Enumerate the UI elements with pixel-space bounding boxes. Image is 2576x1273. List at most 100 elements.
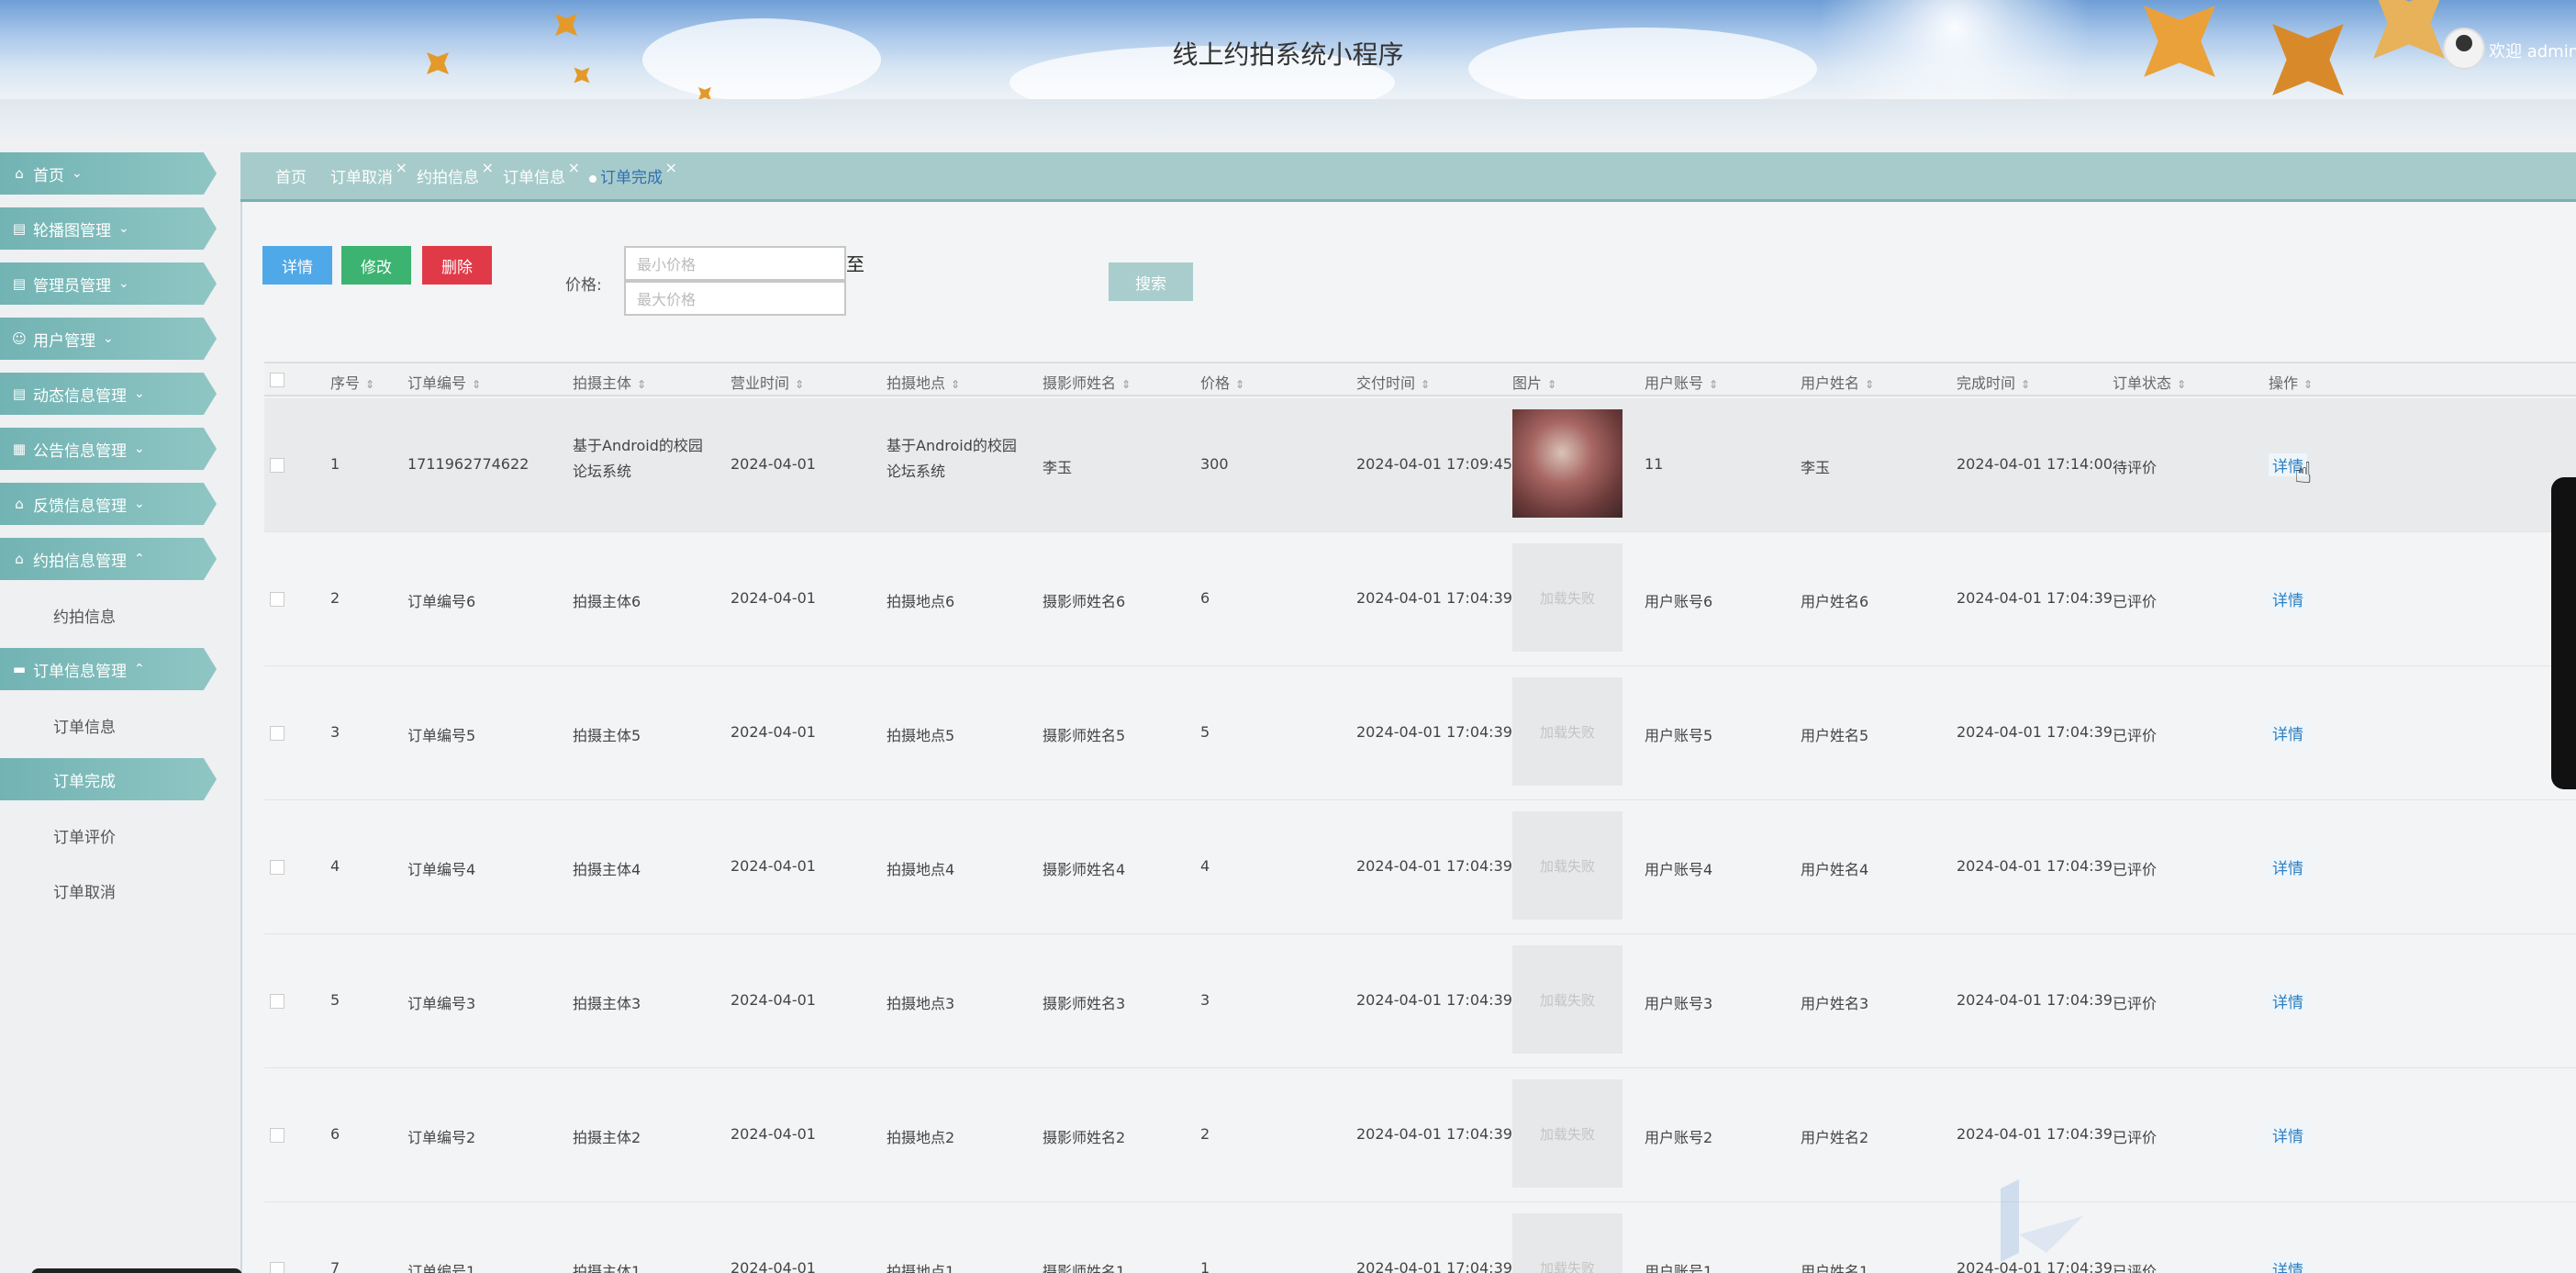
image-placeholder[interactable]: 加载失败 [1512,1213,1623,1273]
col-header-price[interactable]: 价格 ⇕ [1200,371,1244,393]
col-header-open-time[interactable]: 营业时间 ⇕ [730,371,804,393]
row-checkbox[interactable] [270,592,284,607]
cell-account: 用户账号5 [1645,727,1713,744]
col-header-account[interactable]: 用户账号 ⇕ [1645,371,1718,393]
tab-label: 首页 [275,169,307,187]
cell-price: 300 [1200,455,1229,473]
row-detail-link[interactable]: 详情 [2269,721,2307,744]
cell-order-no: 订单编号6 [407,593,476,610]
cell-account: 11 [1645,455,1664,473]
col-header-order[interactable]: 订单编号 ⇕ [407,371,481,393]
sidebar-item-carousel[interactable]: ▤ 轮播图管理 ⌄ [0,207,217,250]
sort-icon: ⇕ [1865,378,1875,391]
row-checkbox[interactable] [270,994,284,1009]
close-icon[interactable]: × [482,159,494,176]
sidebar-item-feedback[interactable]: ⌂ 反馈信息管理 ⌄ [0,483,217,525]
col-header-subject[interactable]: 拍摄主体 ⇕ [573,371,646,393]
row-checkbox[interactable] [270,726,284,741]
sidebar-item-notice[interactable]: ▦ 公告信息管理 ⌄ [0,428,217,470]
table-row[interactable]: 7 订单编号1 拍摄主体1 2024-04-01 拍摄地点1 摄影师姓名1 1 2024-04… [264,1202,2576,1273]
image-placeholder[interactable]: 加载失败 [1512,677,1623,786]
table-row[interactable]: 4 订单编号4 拍摄主体4 2024-04-01 拍摄地点4 摄影师姓名4 4 2024-04… [264,800,2576,934]
chevron-down-icon: ⌄ [134,441,145,456]
col-header-deliver[interactable]: 交付时间 ⇕ [1356,371,1430,393]
cell-no: 6 [330,1125,340,1143]
table-row[interactable]: 3 订单编号5 拍摄主体5 2024-04-01 拍摄地点5 摄影师姓名5 5 2024-04… [264,666,2576,800]
select-all-checkbox[interactable] [270,373,284,387]
max-price-input[interactable]: 最大价格 [624,281,846,316]
sort-icon: ⇕ [2303,378,2314,391]
bank-icon: ⌂ [15,551,24,567]
col-header-no[interactable]: 序号 ⇕ [330,371,374,393]
close-icon[interactable]: × [396,159,407,176]
table-row[interactable]: 6 订单编号2 拍摄主体2 2024-04-01 拍摄地点2 摄影师姓名2 2 2024-04… [264,1068,2576,1202]
image-placeholder[interactable]: 加载失败 [1512,1079,1623,1188]
avatar[interactable] [2443,28,2485,70]
image-placeholder[interactable]: 加载失败 [1512,811,1623,920]
close-icon[interactable]: × [665,159,677,176]
col-header-action[interactable]: 操作 ⇕ [2269,371,2313,393]
col-header-status[interactable]: 订单状态 ⇕ [2113,371,2186,393]
row-checkbox[interactable] [270,860,284,875]
row-detail-link[interactable]: 详情 [2269,1123,2307,1146]
tab-label: 订单信息 [503,169,565,187]
detail-button[interactable]: 详情 [262,246,332,285]
sidebar-subitem-order-complete[interactable]: 订单完成 [0,758,217,800]
col-header-place[interactable]: 拍摄地点 ⇕ [887,371,960,393]
cell-no: 3 [330,723,340,741]
sidebar-item-users[interactable]: ☺ 用户管理 ⌄ [0,318,217,360]
row-checkbox[interactable] [270,1128,284,1143]
table-row[interactable]: 1 1711962774622 基于Android的校园论坛系统 2024-04-01… [264,398,2576,532]
col-header-done[interactable]: 完成时间 ⇕ [1957,371,2030,393]
tab-yuepai-info[interactable]: 约拍信息 × [417,159,494,187]
row-detail-link[interactable]: 详情 [2269,587,2307,610]
tab-order-info[interactable]: 订单信息 × [503,159,580,187]
table-row[interactable]: 2 订单编号6 拍摄主体6 2024-04-01 拍摄地点6 摄影师姓名6 6 2024-04… [264,532,2576,666]
sidebar-subitem-order-review[interactable]: 订单评价 [53,824,116,847]
tab-label: 约拍信息 [417,169,479,187]
sidebar-item-admins[interactable]: ▤ 管理员管理 ⌄ [0,262,217,305]
cell-place: 拍摄地点1 [887,1263,955,1273]
list-icon: ▤ [12,275,27,292]
price-range-separator: 至 [846,253,864,275]
table-row[interactable]: 5 订单编号3 拍摄主体3 2024-04-01 拍摄地点3 摄影师姓名3 3 2024-04… [264,934,2576,1068]
sidebar-item-orders[interactable]: ▬ 订单信息管理 ⌃ [0,648,217,690]
sidebar-item-home[interactable]: ⌂ 首页 ⌄ [0,152,217,195]
sidebar-subitem-order-cancel[interactable]: 订单取消 [53,879,116,902]
cell-done-time: 2024-04-01 17:04:39 [1957,857,2113,875]
cell-place: 拍摄地点6 [887,593,955,610]
sidebar-item-dynamic[interactable]: ▤ 动态信息管理 ⌄ [0,373,217,415]
sidebar-subitem-yuepai-info[interactable]: 约拍信息 [53,604,116,627]
row-checkbox[interactable] [270,1262,284,1273]
row-detail-link[interactable]: 详情 [2269,855,2307,878]
sidebar-subitem-order-info[interactable]: 订单信息 [53,714,116,737]
col-header-image[interactable]: 图片 ⇕ [1512,371,1556,393]
sidebar-item-yuepai[interactable]: ⌂ 约拍信息管理 ⌃ [0,538,217,580]
tab-home[interactable]: 首页 [275,164,307,187]
edit-button[interactable]: 修改 [341,246,411,285]
image-placeholder[interactable]: 加载失败 [1512,543,1623,652]
cell-open-time: 2024-04-01 [730,455,816,473]
col-header-photographer[interactable]: 摄影师姓名 ⇕ [1043,371,1131,393]
cell-place: 拍摄地点5 [887,727,955,744]
tab-order-complete[interactable]: 订单完成 × [589,159,677,187]
col-header-username[interactable]: 用户姓名 ⇕ [1801,371,1874,393]
col-label: 营业时间 [730,374,790,392]
row-detail-link[interactable]: 详情 [2269,1257,2307,1273]
delete-button[interactable]: 删除 [422,246,492,285]
search-button[interactable]: 搜索 [1109,262,1193,301]
col-label: 操作 [2269,374,2299,392]
chevron-down-icon: ⌄ [134,497,145,511]
row-checkbox[interactable] [270,458,284,473]
close-icon[interactable]: × [568,159,580,176]
tab-order-cancel[interactable]: 订单取消 × [330,159,407,187]
order-image[interactable] [1512,409,1623,518]
min-price-input[interactable]: 最小价格 [624,246,846,281]
image-placeholder[interactable]: 加载失败 [1512,945,1623,1054]
watermark-logo [2001,1179,2083,1262]
cell-open-time: 2024-04-01 [730,723,816,741]
cell-price: 4 [1200,857,1210,875]
row-detail-link[interactable]: 详情 [2269,989,2307,1012]
col-label: 交付时间 [1356,374,1416,392]
cell-status: 已评价 [2113,1263,2158,1273]
